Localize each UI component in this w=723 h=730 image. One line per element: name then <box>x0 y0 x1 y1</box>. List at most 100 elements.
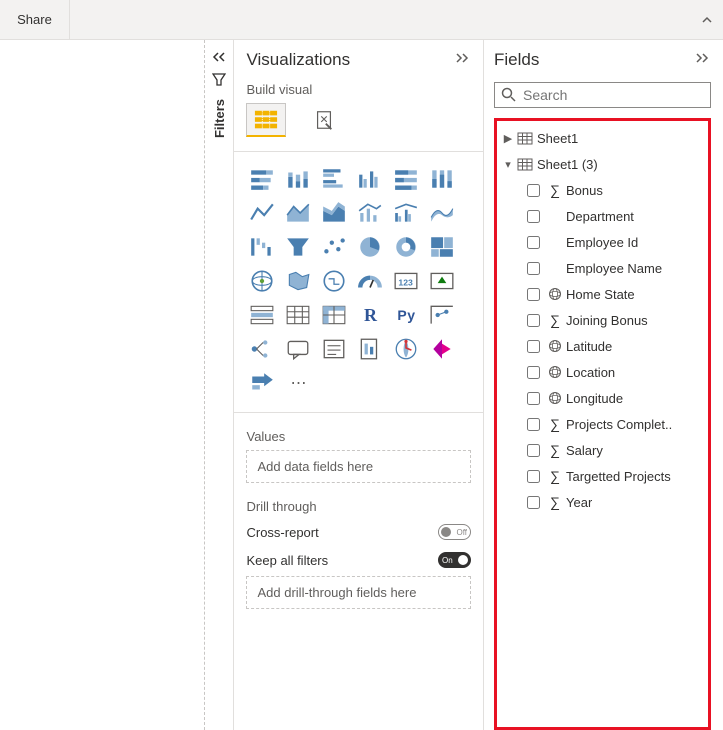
divider <box>234 412 483 413</box>
filters-label: Filters <box>212 99 227 138</box>
field-location[interactable]: Location <box>499 359 706 385</box>
table-name: Sheet1 (3) <box>537 157 598 172</box>
viz-area[interactable] <box>282 198 314 228</box>
viz-map[interactable] <box>246 266 278 296</box>
viz-smart-narrative[interactable] <box>318 334 350 364</box>
viz-key-influencers[interactable] <box>426 300 458 330</box>
viz-line-stacked-column[interactable] <box>354 198 386 228</box>
filters-pane-collapsed: Filters <box>205 40 235 730</box>
viz-more-visuals[interactable]: ⋯ <box>282 368 314 398</box>
field-checkbox[interactable] <box>527 496 540 509</box>
visualizations-expand-button[interactable] <box>455 51 471 69</box>
filters-expand-button[interactable] <box>212 50 226 66</box>
expand-icon: ▶ <box>501 132 515 145</box>
viz-filled-map[interactable] <box>282 266 314 296</box>
field-year[interactable]: ∑Year <box>499 489 706 515</box>
field-checkbox[interactable] <box>527 288 540 301</box>
field-checkbox[interactable] <box>527 236 540 249</box>
field-checkbox[interactable] <box>527 418 540 431</box>
format-visual-tab[interactable] <box>304 103 344 137</box>
viz-100-stacked-bar[interactable] <box>390 164 422 194</box>
viz-python[interactable]: Py <box>390 300 422 330</box>
build-visual-tab[interactable] <box>246 103 286 137</box>
field-checkbox[interactable] <box>527 262 540 275</box>
chevron-up-icon <box>701 14 713 26</box>
table-sheet1[interactable]: ▶ Sheet1 <box>499 125 706 151</box>
field-checkbox[interactable] <box>527 314 540 327</box>
visualizations-title: Visualizations <box>246 50 350 70</box>
field-home-state[interactable]: Home State <box>499 281 706 307</box>
field-longitude[interactable]: Longitude <box>499 385 706 411</box>
field-checkbox[interactable] <box>527 184 540 197</box>
viz-funnel[interactable] <box>282 232 314 262</box>
viz-table[interactable] <box>282 300 314 330</box>
field-checkbox[interactable] <box>527 210 540 223</box>
fields-search-input[interactable] <box>523 87 704 103</box>
viz-card[interactable] <box>390 266 422 296</box>
viz-gauge[interactable] <box>354 266 386 296</box>
field-name: Employee Id <box>566 235 638 250</box>
field-bonus[interactable]: ∑Bonus <box>499 177 706 203</box>
keep-all-filters-toggle[interactable]: On <box>438 552 471 568</box>
field-name: Department <box>566 209 634 224</box>
viz-waterfall[interactable] <box>246 232 278 262</box>
viz-scatter[interactable] <box>318 232 350 262</box>
viz-clustered-column[interactable] <box>354 164 386 194</box>
viz-stacked-area[interactable] <box>318 198 350 228</box>
share-button[interactable]: Share <box>0 0 70 39</box>
drill-through-drop-zone[interactable]: Add drill-through fields here <box>246 576 471 609</box>
canvas-area[interactable] <box>0 40 205 730</box>
fields-search[interactable] <box>494 82 711 108</box>
field-department[interactable]: Department <box>499 203 706 229</box>
viz-stacked-bar[interactable] <box>246 164 278 194</box>
sigma-icon: ∑ <box>546 468 564 484</box>
field-targetted-projects[interactable]: ∑Targetted Projects <box>499 463 706 489</box>
viz-pie[interactable] <box>354 232 386 262</box>
viz-slicer[interactable] <box>246 300 278 330</box>
fields-expand-button[interactable] <box>695 51 711 69</box>
field-checkbox[interactable] <box>527 366 540 379</box>
viz-line[interactable] <box>246 198 278 228</box>
field-checkbox[interactable] <box>527 392 540 405</box>
funnel-icon <box>212 72 226 91</box>
viz-power-automate[interactable] <box>246 368 278 398</box>
table-sheet1-3[interactable]: ▾ Sheet1 (3) <box>499 151 706 177</box>
viz-matrix[interactable] <box>318 300 350 330</box>
viz-azure-map[interactable] <box>318 266 350 296</box>
viz-power-apps[interactable] <box>426 334 458 364</box>
collapse-ribbon-button[interactable] <box>691 0 723 39</box>
field-checkbox[interactable] <box>527 470 540 483</box>
field-latitude[interactable]: Latitude <box>499 333 706 359</box>
field-checkbox[interactable] <box>527 444 540 457</box>
field-name: Joining Bonus <box>566 313 648 328</box>
viz-100-stacked-column[interactable] <box>426 164 458 194</box>
values-drop-zone[interactable]: Add data fields here <box>246 450 471 483</box>
viz-treemap[interactable] <box>426 232 458 262</box>
field-employee-name[interactable]: Employee Name <box>499 255 706 281</box>
cross-report-toggle[interactable]: Off <box>438 524 471 540</box>
field-name: Longitude <box>566 391 623 406</box>
viz-decomposition-tree[interactable] <box>246 334 278 364</box>
field-name: Location <box>566 365 615 380</box>
field-name: Employee Name <box>566 261 662 276</box>
chevron-left-double-icon <box>212 51 226 63</box>
viz-donut[interactable] <box>390 232 422 262</box>
viz-ribbon[interactable] <box>426 198 458 228</box>
viz-r-script[interactable]: R <box>354 300 386 330</box>
field-employee-id[interactable]: Employee Id <box>499 229 706 255</box>
viz-clustered-bar[interactable] <box>318 164 350 194</box>
field-name: Targetted Projects <box>566 469 671 484</box>
field-checkbox[interactable] <box>527 340 540 353</box>
field-projects-complet-[interactable]: ∑Projects Complet.. <box>499 411 706 437</box>
viz-kpi[interactable] <box>426 266 458 296</box>
field-joining-bonus[interactable]: ∑Joining Bonus <box>499 307 706 333</box>
field-name: Salary <box>566 443 603 458</box>
viz-qa[interactable] <box>282 334 314 364</box>
table-name: Sheet1 <box>537 131 578 146</box>
viz-arcgis-map[interactable] <box>390 334 422 364</box>
viz-line-clustered-column[interactable] <box>390 198 422 228</box>
sigma-icon: ∑ <box>546 494 564 510</box>
viz-stacked-column[interactable] <box>282 164 314 194</box>
field-salary[interactable]: ∑Salary <box>499 437 706 463</box>
viz-paginated-report[interactable] <box>354 334 386 364</box>
